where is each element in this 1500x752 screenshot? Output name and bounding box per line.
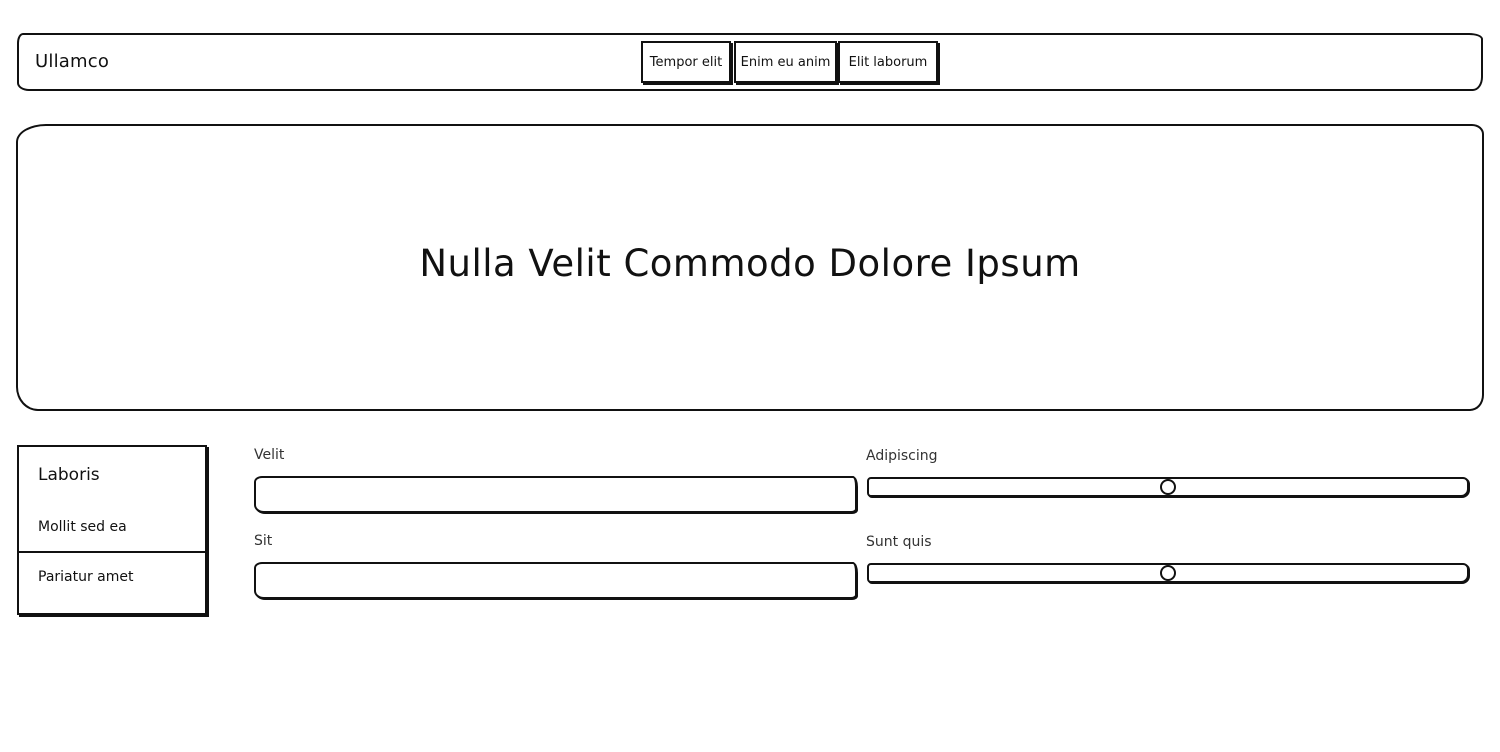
nav-button-enim-eu-anim[interactable]: Enim eu anim [734, 41, 837, 83]
sit-label: Sit [254, 533, 273, 549]
adipiscing-slider-knob[interactable] [1160, 479, 1176, 495]
sidebar-menu: Laboris Mollit sed ea Pariatur amet [17, 445, 207, 615]
nav-button-elit-laborum[interactable]: Elit laborum [838, 41, 938, 83]
sidebar-item-pariatur-amet[interactable]: Pariatur amet [19, 569, 205, 603]
hero-title: Nulla Velit Commodo Dolore Ipsum [419, 242, 1081, 285]
adipiscing-slider[interactable] [867, 477, 1469, 497]
nav-button-tempor-elit[interactable]: Tempor elit [641, 41, 731, 83]
top-navbar: Ullamco Tempor elit Enim eu anim Elit la… [17, 33, 1483, 91]
velit-label: Velit [254, 447, 285, 463]
sidebar-title: Laboris [38, 465, 100, 485]
sunt-quis-slider-knob[interactable] [1160, 565, 1176, 581]
adipiscing-label: Adipiscing [866, 448, 938, 464]
brand-logo-text[interactable]: Ullamco [35, 51, 109, 72]
sunt-quis-label: Sunt quis [866, 534, 932, 550]
sit-input[interactable] [254, 562, 857, 599]
sidebar-item-mollit-sed-ea[interactable]: Mollit sed ea [19, 519, 205, 553]
sunt-quis-slider[interactable] [867, 563, 1469, 583]
velit-input[interactable] [254, 476, 857, 513]
hero-banner: Nulla Velit Commodo Dolore Ipsum [16, 124, 1484, 411]
